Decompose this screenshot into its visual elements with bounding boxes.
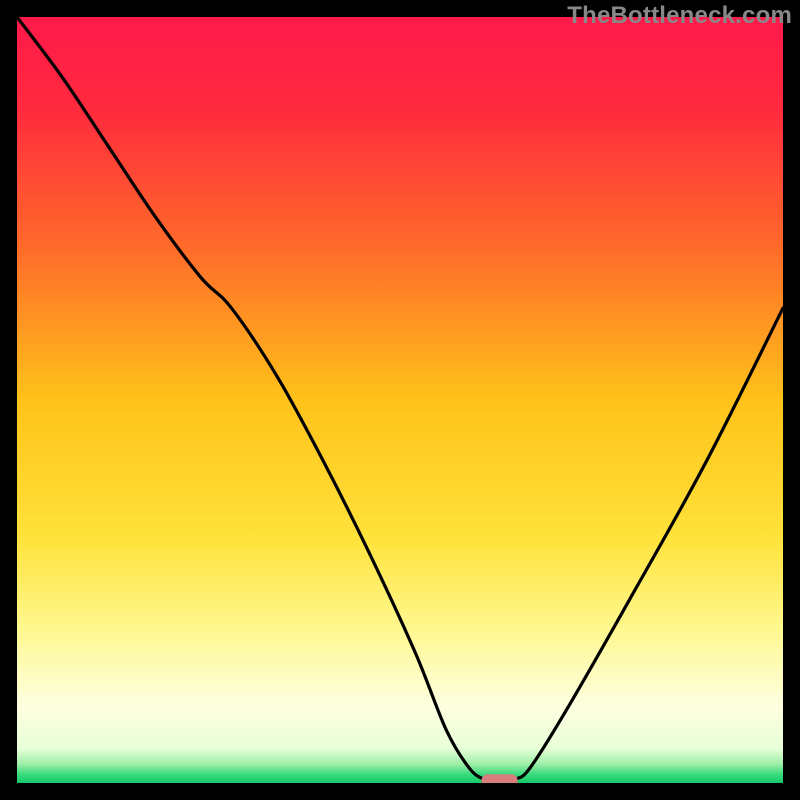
gradient-background: [17, 17, 783, 783]
watermark-text: TheBottleneck.com: [567, 2, 792, 30]
bottleneck-chart: [0, 0, 800, 800]
chart-frame: TheBottleneck.com: [0, 0, 800, 800]
optimal-point-marker: [482, 774, 518, 787]
